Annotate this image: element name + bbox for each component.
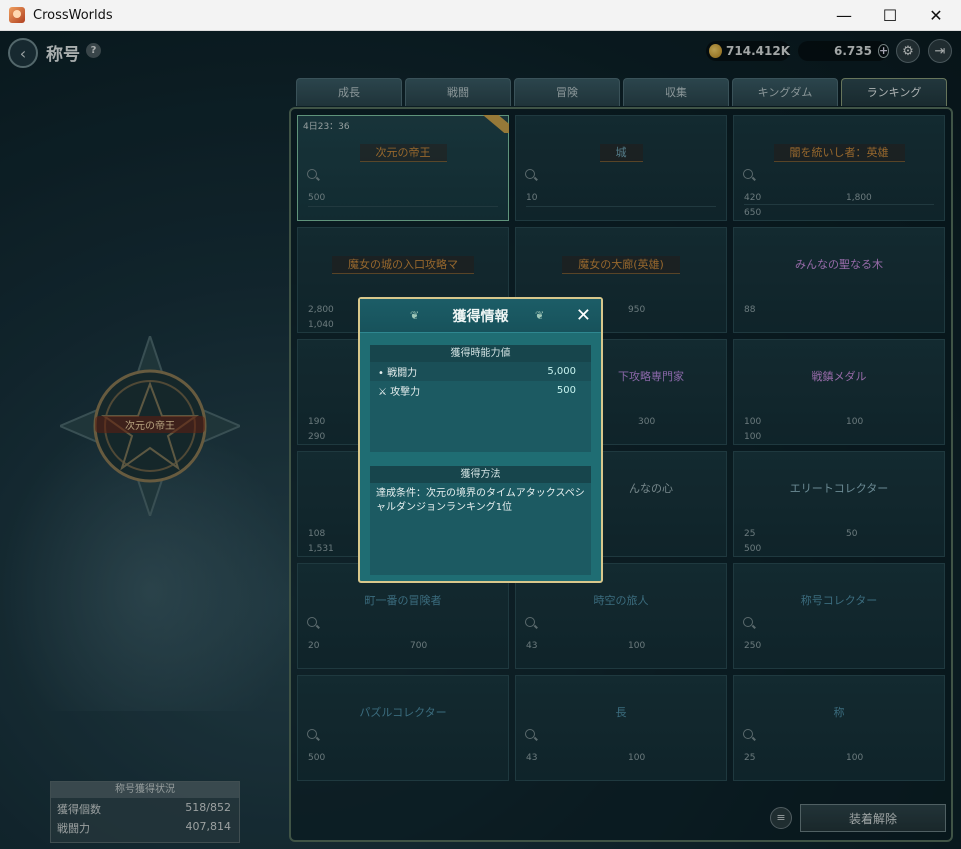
close-window-button[interactable]: ✕: [913, 0, 959, 31]
method-section: 達成条件：次元の境界のタイムアタックスペシャルダンジョンランキング1位: [370, 483, 591, 575]
window-title: CrossWorlds: [33, 7, 113, 23]
modal-close-button[interactable]: ✕: [576, 305, 591, 326]
leaf-ornament-icon: ❦: [410, 309, 420, 322]
stats-section: • 戦闘力 5,000 ⚔ 攻撃力 500: [370, 362, 591, 452]
stats-section-header: 獲得時能力値: [370, 345, 591, 362]
method-section-header: 獲得方法: [370, 466, 591, 483]
window-titlebar: CrossWorlds — ☐ ✕: [0, 0, 961, 31]
method-text: 達成条件：次元の境界のタイムアタックスペシャルダンジョンランキング1位: [376, 488, 585, 513]
stat-row: • 戦闘力 5,000: [370, 362, 591, 381]
stat-row: ⚔ 攻撃力 500: [370, 381, 591, 400]
modal-title: 獲得情報: [452, 308, 509, 325]
stat-label: • 戦闘力: [378, 368, 418, 379]
stat-value: 500: [556, 385, 576, 396]
minimize-button[interactable]: —: [821, 0, 867, 31]
app-icon: [9, 7, 25, 23]
stat-value: 5,000: [547, 366, 576, 377]
leaf-ornament-icon: ❦: [535, 309, 545, 322]
modal-header: ❦ 獲得情報 ❦ ✕: [360, 299, 601, 333]
game-viewport: ‹ 称号 ? 714.412K 6.735 + ⚙ ⇥ 次元の帝王 称号獲得状況…: [0, 31, 961, 849]
maximize-button[interactable]: ☐: [867, 0, 913, 31]
stat-label: ⚔ 攻撃力: [378, 387, 421, 398]
acquisition-info-modal: ❦ 獲得情報 ❦ ✕ 獲得時能力値 • 戦闘力 5,000 ⚔ 攻撃力 500 …: [358, 297, 603, 583]
